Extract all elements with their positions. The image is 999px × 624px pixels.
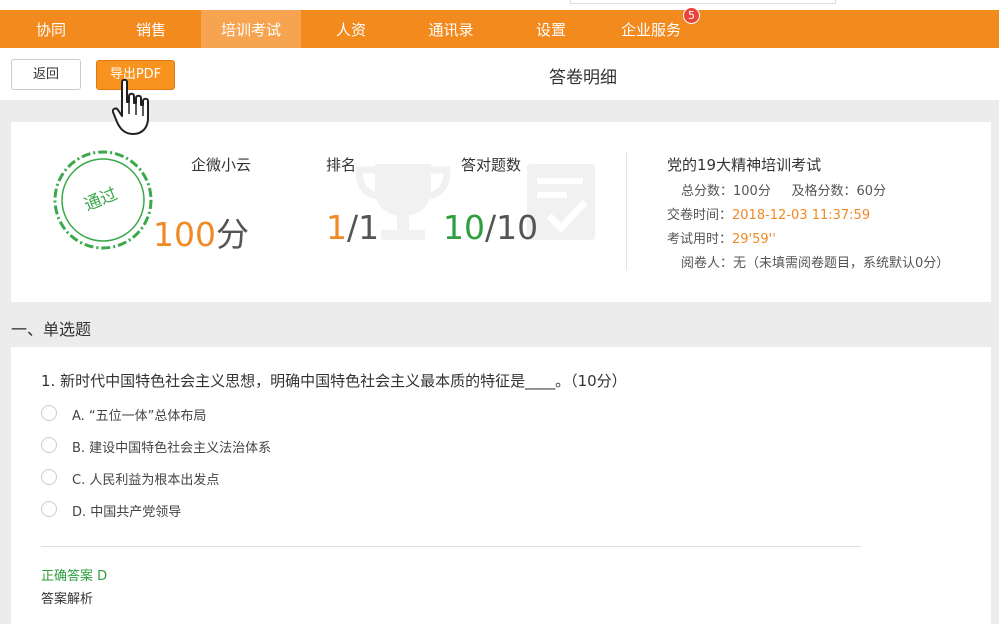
hand-cursor-icon (112, 78, 149, 135)
nav-item-sales[interactable]: 销售 (116, 10, 186, 48)
score-unit: 分 (216, 215, 249, 254)
correct-count-total: /10 (485, 208, 539, 247)
question-text: 1. 新时代中国特色社会主义思想，明确中国特色社会主义最本质的特征是____。（… (41, 372, 627, 390)
score-value: 100 (153, 215, 216, 254)
correct-answer: 正确答案 D (41, 569, 108, 584)
duration-label: 考试用时： (667, 232, 733, 247)
nav-item-enterprise[interactable]: 企业服务 (611, 10, 691, 48)
summary-divider (626, 152, 627, 270)
nav-item-settings[interactable]: 设置 (516, 10, 586, 48)
correct-count-value: 10 (443, 208, 485, 247)
main-nav: 协同 销售 培训考试 人资 通讯录 设置 企业服务 (0, 10, 999, 48)
answer-analysis: 答案解析 (41, 592, 94, 607)
rank-total: /1 (347, 208, 380, 247)
radio-a[interactable] (41, 405, 57, 421)
section-title: 一、单选题 (11, 320, 92, 339)
pass-score-label: 及格分数： (791, 184, 857, 199)
nav-item-contacts[interactable]: 通讯录 (411, 10, 491, 48)
option-c-label: C. 人民利益为根本出发点 (72, 473, 220, 488)
rank-value: 1 (326, 208, 347, 247)
submit-time-line: 交卷时间：2018-12-03 11:37:59 (667, 204, 870, 223)
nav-item-training[interactable]: 培训考试 (201, 10, 301, 48)
answer-divider (41, 546, 861, 547)
duration-value: 29'59'' (732, 232, 776, 247)
page-title: 答卷明细 (549, 68, 617, 88)
option-a-label: A. “五位一体”总体布局 (72, 409, 207, 424)
user-name: 企微小云 (191, 156, 252, 174)
search-box-edge[interactable] (570, 0, 836, 4)
grader-value: 无（未填需阅卷题目，系统默认0分） (733, 256, 950, 271)
radio-b[interactable] (41, 437, 57, 453)
grader-label: 阅卷人： (681, 256, 734, 271)
submit-time-label: 交卷时间： (667, 208, 733, 223)
question-card: 1. 新时代中国特色社会主义思想，明确中国特色社会主义最本质的特征是____。（… (11, 347, 991, 624)
correct-count-display: 10/10 (443, 208, 538, 247)
radio-d[interactable] (41, 501, 57, 517)
total-score-value: 100分 (733, 184, 771, 199)
notification-badge: 5 (683, 7, 700, 24)
option-b-label: B. 建设中国特色社会主义法治体系 (72, 441, 272, 456)
top-strip (0, 0, 999, 10)
correct-count-label: 答对题数 (461, 156, 522, 174)
score-display: 100分 (153, 208, 249, 256)
option-d-label: D. 中国共产党领导 (72, 505, 182, 520)
nav-item-hr[interactable]: 人资 (316, 10, 386, 48)
rank-label: 排名 (326, 156, 357, 174)
radio-c[interactable] (41, 469, 57, 485)
score-info-line: 总分数：100分 及格分数：60分 (681, 180, 886, 199)
exam-title: 党的19大精神培训考试 (667, 156, 822, 174)
duration-line: 考试用时：29'59'' (667, 228, 776, 247)
back-button[interactable]: 返回 (11, 59, 81, 90)
result-summary-card: 通过 企微小云 100分 排名 1/1 答对题数 10/10 党的19大精神培训… (11, 122, 991, 302)
submit-time-value: 2018-12-03 11:37:59 (732, 208, 871, 223)
rank-display: 1/1 (326, 208, 379, 247)
pass-score-value: 60分 (856, 184, 887, 199)
total-score-label: 总分数： (681, 184, 734, 199)
grader-line: 阅卷人：无（未填需阅卷题目，系统默认0分） (681, 252, 949, 271)
nav-item-collab[interactable]: 协同 (16, 10, 86, 48)
